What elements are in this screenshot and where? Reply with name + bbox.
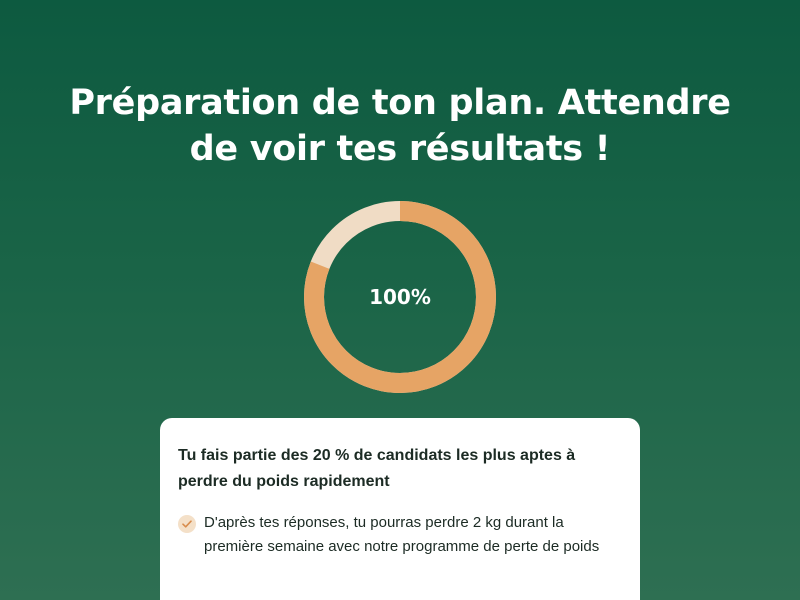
progress-percentage: 100% xyxy=(369,285,431,309)
page-title-line-2: de voir tes résultats ! xyxy=(189,129,611,169)
result-card-heading: Tu fais partie des 20 % de candidats les… xyxy=(178,447,576,490)
page-title-line-1: Préparation de ton plan. Attendre xyxy=(69,83,731,123)
benefit-text: D'après tes réponses, tu pourras perdre … xyxy=(204,514,600,555)
page-title: Préparation de ton plan. Attendre de voi… xyxy=(0,80,800,172)
progress-ring: 100% xyxy=(302,199,498,395)
result-card: Tu fais partie des 20 % de candidats les… xyxy=(160,418,640,600)
check-icon xyxy=(178,515,196,533)
benefit-item: D'après tes réponses, tu pourras perdre … xyxy=(178,511,622,559)
